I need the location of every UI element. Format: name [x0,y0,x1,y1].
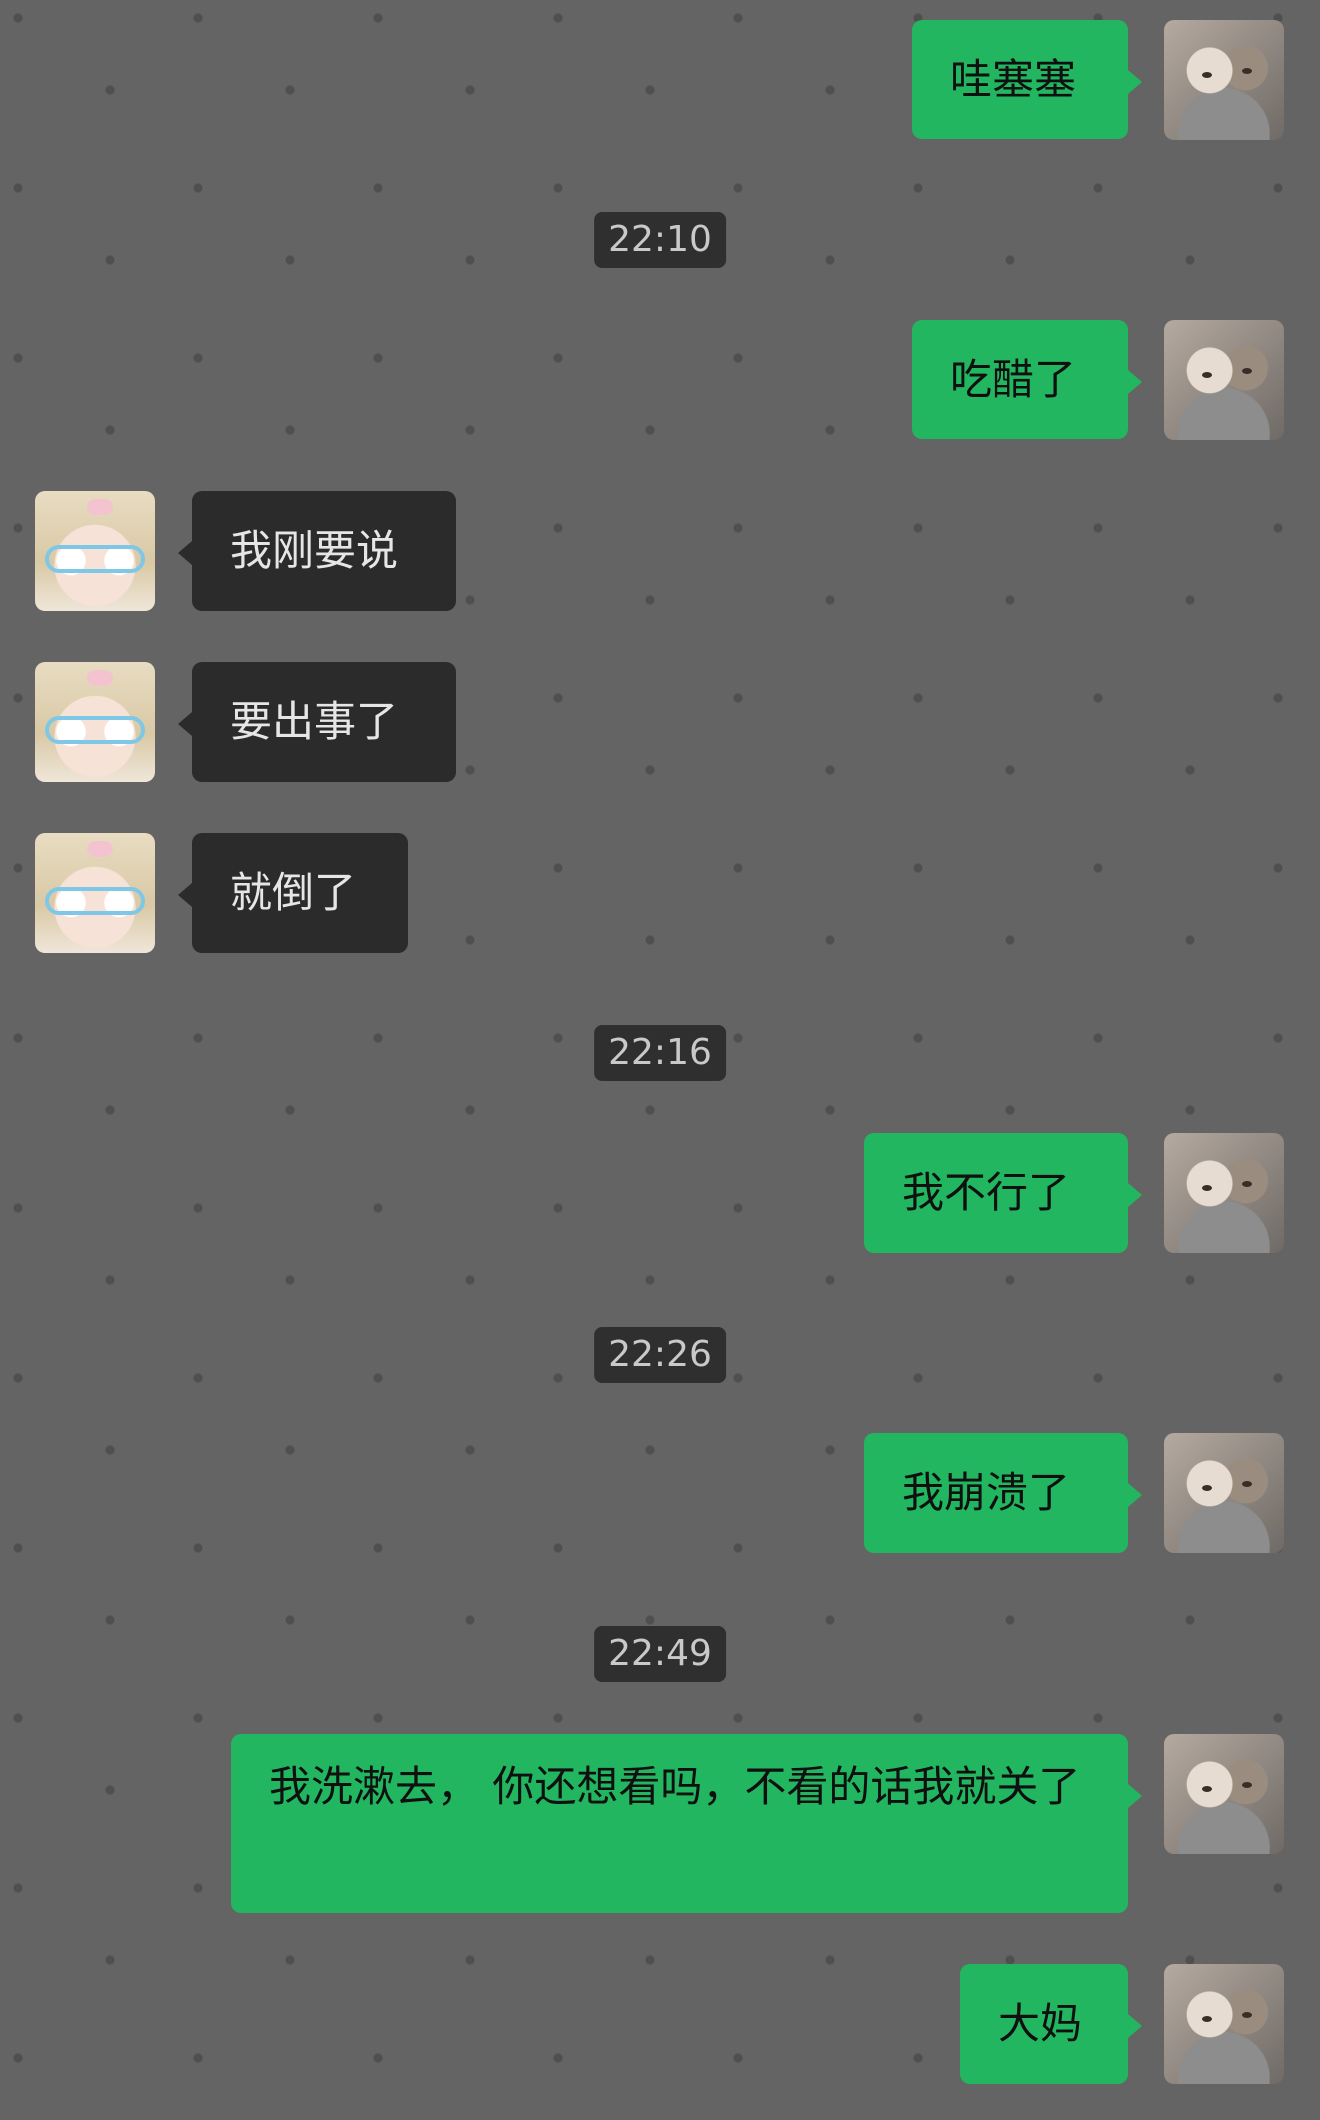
chat-bubble-received[interactable]: 要出事了 [178,662,456,782]
self-avatar-icon[interactable] [1164,20,1284,140]
message-text: 要出事了 [230,697,399,746]
timestamp: 22:10 [594,212,726,268]
chat-bubble-received[interactable]: 我刚要说 [178,491,456,611]
chat-bubble-sent[interactable]: 吃醋了 [912,320,1142,439]
message-text: 我洗漱去， 你还想看吗，不看的话我就关了 [269,1762,1081,1811]
message-text: 就倒了 [230,868,357,917]
self-avatar-icon[interactable] [1164,1433,1284,1553]
contact-avatar-icon[interactable] [35,662,155,782]
timestamp: 22:49 [594,1626,726,1682]
message-text: 我刚要说 [230,526,399,575]
self-avatar-icon[interactable] [1164,320,1284,440]
chat-bubble-sent[interactable]: 我崩溃了 [864,1433,1142,1553]
message-text: 哇塞塞 [950,54,1077,104]
self-avatar-icon[interactable] [1164,1133,1284,1253]
chat-bubble-sent[interactable]: 大妈 [960,1964,1142,2084]
chat-bubble-sent[interactable]: 我不行了 [864,1133,1142,1253]
chat-bubble-sent[interactable]: 哇塞塞 [912,20,1142,139]
timestamp: 22:16 [594,1025,726,1081]
self-avatar-icon[interactable] [1164,1734,1284,1854]
timestamp: 22:26 [594,1327,726,1383]
contact-avatar-icon[interactable] [35,491,155,611]
message-text: 吃醋了 [950,354,1077,404]
message-text: 大妈 [998,1999,1083,2048]
self-avatar-icon[interactable] [1164,1964,1284,2084]
message-text: 我崩溃了 [902,1468,1071,1517]
contact-avatar-icon[interactable] [35,833,155,953]
message-text: 我不行了 [902,1168,1071,1217]
chat-bubble-received[interactable]: 就倒了 [178,833,408,953]
chat-bubble-sent[interactable]: 我洗漱去， 你还想看吗，不看的话我就关了 [231,1734,1142,1913]
